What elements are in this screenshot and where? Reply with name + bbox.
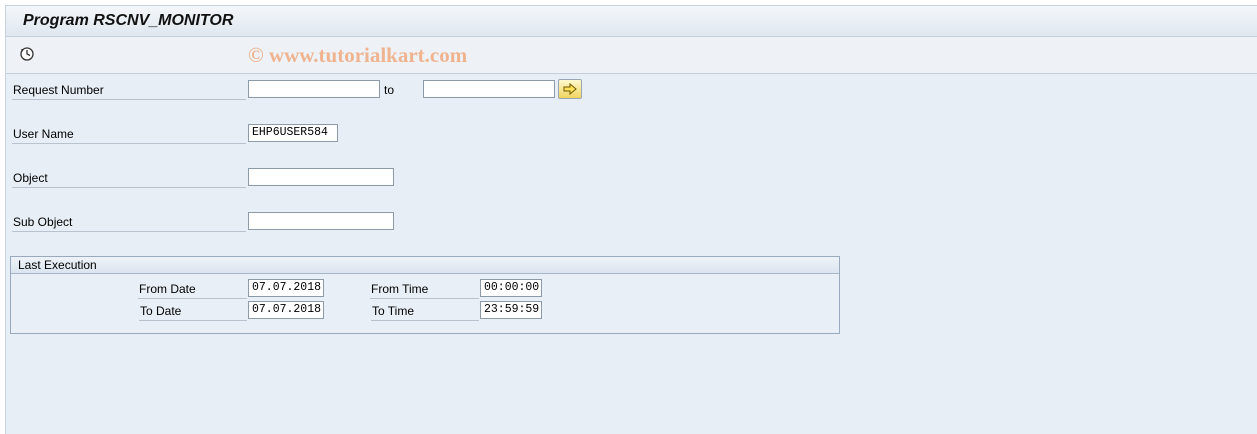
execute-button[interactable] — [16, 43, 38, 65]
sub-object-input[interactable] — [248, 212, 394, 230]
watermark: © www.tutorialkart.com — [248, 43, 468, 67]
clock-execute-icon — [20, 47, 34, 61]
from-date-label: From Date — [138, 280, 247, 299]
user-name-label: User Name — [12, 125, 246, 144]
sub-object-label: Sub Object — [12, 213, 246, 232]
range-to-label: to — [384, 83, 395, 97]
object-input[interactable] — [248, 168, 394, 186]
page-title: Program RSCNV_MONITOR — [23, 12, 234, 29]
from-time-input[interactable]: 00:00:00 — [480, 279, 542, 297]
to-date-input[interactable]: 07.07.2018 — [248, 301, 324, 319]
title-bar: Program RSCNV_MONITOR — [6, 6, 1257, 37]
application-toolbar: © www.tutorialkart.com — [6, 37, 1257, 74]
sap-window: Program RSCNV_MONITOR © www.tutorialkart… — [5, 5, 1257, 434]
multiple-selection-button[interactable] — [558, 79, 582, 99]
request-number-from-input[interactable] — [248, 80, 380, 98]
request-number-label: Request Number — [12, 81, 246, 100]
to-date-label: To Date — [139, 302, 247, 321]
last-execution-group-header: Last Execution — [11, 257, 839, 274]
user-name-input[interactable]: EHP6USER584 — [248, 124, 338, 142]
from-time-label: From Time — [370, 280, 479, 299]
last-execution-group: Last Execution From Date 07.07.2018 From… — [10, 256, 840, 334]
last-execution-title: Last Execution — [18, 258, 97, 272]
to-time-label: To Time — [371, 302, 479, 321]
from-date-input[interactable]: 07.07.2018 — [248, 279, 324, 297]
request-number-to-input[interactable] — [423, 80, 555, 98]
arrow-right-icon — [563, 83, 577, 95]
object-label: Object — [12, 169, 246, 188]
to-time-input[interactable]: 23:59:59 — [480, 301, 542, 319]
